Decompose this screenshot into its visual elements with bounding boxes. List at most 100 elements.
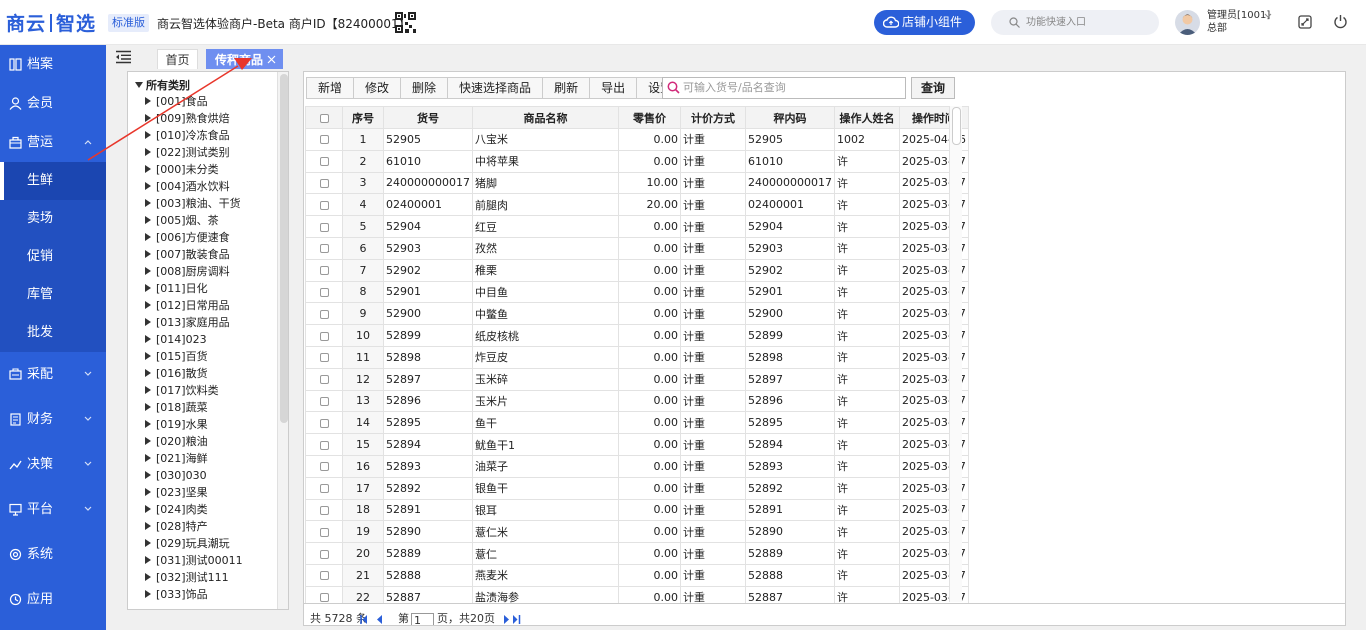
sidebar-subitem-wholesale[interactable]: 批发 [0, 314, 106, 352]
tree-node[interactable]: [031]测试00011 [145, 552, 243, 569]
tree-node[interactable]: [001]食品 [145, 93, 243, 110]
close-icon[interactable] [267, 55, 276, 64]
tree-node[interactable]: [030]030 [145, 467, 243, 484]
prev-page-icon[interactable] [376, 615, 383, 624]
table-row[interactable]: 21 52888 燕麦米 0.00 计重 52888 许 2025-03-27 [305, 563, 969, 587]
user-name[interactable]: 管理员[1001] [1207, 10, 1270, 22]
quick-search-input[interactable]: 功能快速入口 [991, 10, 1159, 35]
caret-right-icon[interactable] [145, 539, 151, 547]
last-page-icon[interactable] [512, 615, 524, 624]
column-header[interactable]: 秤内码 [744, 106, 835, 129]
sidebar-item-system[interactable]: 系统 [0, 532, 106, 577]
row-checkbox[interactable] [319, 484, 329, 494]
tree-node[interactable]: [008]厨房调料 [145, 263, 243, 280]
column-header[interactable]: 零售价 [617, 106, 681, 129]
qr-code-icon[interactable] [395, 12, 416, 33]
tree-node[interactable]: [016]散货 [145, 365, 243, 382]
caret-right-icon[interactable] [145, 556, 151, 564]
row-checkbox[interactable] [319, 222, 329, 232]
caret-right-icon[interactable] [145, 301, 151, 309]
tree-node[interactable]: [032]测试111 [145, 569, 243, 586]
caret-right-icon[interactable] [145, 97, 151, 105]
tab-home[interactable]: 首页 [157, 49, 198, 69]
table-row[interactable]: 9 52900 中鳖鱼 0.00 计重 52900 许 2025-03-27 [305, 302, 969, 326]
column-header[interactable]: 货号 [383, 106, 473, 129]
table-scrollbar[interactable] [949, 106, 962, 602]
caret-right-icon[interactable] [145, 369, 151, 377]
column-header[interactable]: 操作人姓名 [833, 106, 900, 129]
table-row[interactable]: 10 52899 纸皮核桃 0.00 计重 52899 许 2025-03-27 [305, 324, 969, 347]
tree-node[interactable]: [033]饰品 [145, 586, 243, 603]
tree-node[interactable]: [007]散装食品 [145, 246, 243, 263]
tree-root[interactable]: 所有类别 [135, 77, 190, 93]
row-checkbox[interactable] [319, 353, 329, 363]
tree-node[interactable]: [006]方便速食 [145, 229, 243, 246]
sidebar-subitem-fresh[interactable]: 生鲜 [0, 162, 106, 200]
page-number-input[interactable]: 1 [411, 613, 434, 625]
caret-right-icon[interactable] [145, 386, 151, 394]
caret-right-icon[interactable] [145, 233, 151, 241]
toolbar-button[interactable]: 删除 [400, 77, 448, 99]
row-checkbox[interactable] [319, 244, 329, 254]
row-select-cell[interactable] [305, 389, 343, 413]
power-icon[interactable] [1333, 14, 1348, 29]
row-checkbox[interactable] [319, 527, 329, 537]
row-checkbox[interactable] [319, 440, 329, 450]
tree-node[interactable]: [014]023 [145, 331, 243, 348]
tab-scale-products[interactable]: 传秤商品 [206, 49, 283, 69]
collapse-sidebar-icon[interactable] [115, 50, 132, 64]
caret-right-icon[interactable] [145, 437, 151, 445]
first-page-icon[interactable] [360, 615, 372, 624]
tree-node[interactable]: [020]粮油 [145, 433, 243, 450]
sidebar-item-purchase[interactable]: 采配 [0, 352, 106, 397]
table-row[interactable]: 17 52892 银鱼干 0.00 计重 52892 许 2025-03-27 [305, 476, 969, 500]
row-select-cell[interactable] [305, 280, 343, 304]
next-page-icon[interactable] [503, 615, 510, 624]
caret-right-icon[interactable] [145, 199, 151, 207]
row-select-cell[interactable] [305, 171, 343, 195]
row-select-cell[interactable] [305, 193, 343, 217]
row-select-cell[interactable] [305, 542, 343, 565]
row-select-cell[interactable] [305, 563, 343, 587]
row-select-cell[interactable] [305, 411, 343, 435]
caret-right-icon[interactable] [145, 250, 151, 258]
row-checkbox[interactable] [319, 418, 329, 428]
tree-node[interactable]: [004]酒水饮料 [145, 178, 243, 195]
caret-right-icon[interactable] [145, 267, 151, 275]
table-row[interactable]: 20 52889 薏仁 0.00 计重 52889 许 2025-03-27 [305, 542, 969, 565]
sidebar-subitem-promotion[interactable]: 促销 [0, 238, 106, 276]
table-row[interactable]: 3 240000000017 猪脚 10.00 计重 240000000017 许 2025-… [305, 171, 969, 195]
sidebar-subitem-store[interactable]: 卖场 [0, 200, 106, 238]
toolbar-button[interactable]: 新增 [306, 77, 354, 99]
table-row[interactable]: 13 52896 玉米片 0.00 计重 52896 许 2025-03-27 [305, 389, 969, 413]
sidebar-item-archive[interactable]: 档案 [0, 45, 106, 84]
caret-right-icon[interactable] [145, 522, 151, 530]
query-button[interactable]: 查询 [911, 77, 955, 99]
tree-node[interactable]: [005]烟、茶 [145, 212, 243, 229]
row-select-cell[interactable] [305, 454, 343, 478]
toolbar-button[interactable]: 快速选择商品 [447, 77, 543, 99]
row-select-cell[interactable] [305, 258, 343, 282]
sidebar-item-apps[interactable]: 应用 [0, 577, 106, 622]
row-checkbox[interactable] [319, 178, 329, 188]
caret-right-icon[interactable] [145, 148, 151, 156]
sidebar-item-operations[interactable]: 营运 [0, 123, 106, 162]
table-row[interactable]: 12 52897 玉米碎 0.00 计重 52897 许 2025-03-27 [305, 367, 969, 391]
tree-node[interactable]: [011]日化 [145, 280, 243, 297]
caret-right-icon[interactable] [145, 216, 151, 224]
tree-node[interactable]: [018]蔬菜 [145, 399, 243, 416]
chevron-down-icon[interactable] [1264, 13, 1272, 19]
caret-right-icon[interactable] [145, 488, 151, 496]
row-select-cell[interactable] [305, 215, 343, 238]
avatar[interactable] [1175, 10, 1200, 35]
tree-node[interactable]: [010]冷冻食品 [145, 127, 243, 144]
caret-right-icon[interactable] [145, 403, 151, 411]
row-select-cell[interactable] [305, 324, 343, 347]
tree-node[interactable]: [000]未分类 [145, 161, 243, 178]
caret-right-icon[interactable] [145, 471, 151, 479]
column-header[interactable]: 计价方式 [679, 106, 746, 129]
store-widget-button[interactable]: 店铺小组件 [874, 10, 975, 35]
sidebar-item-finance[interactable]: 财务 [0, 397, 106, 442]
table-row[interactable]: 19 52890 薏仁米 0.00 计重 52890 许 2025-03-27 [305, 520, 969, 544]
row-checkbox[interactable] [319, 309, 329, 319]
